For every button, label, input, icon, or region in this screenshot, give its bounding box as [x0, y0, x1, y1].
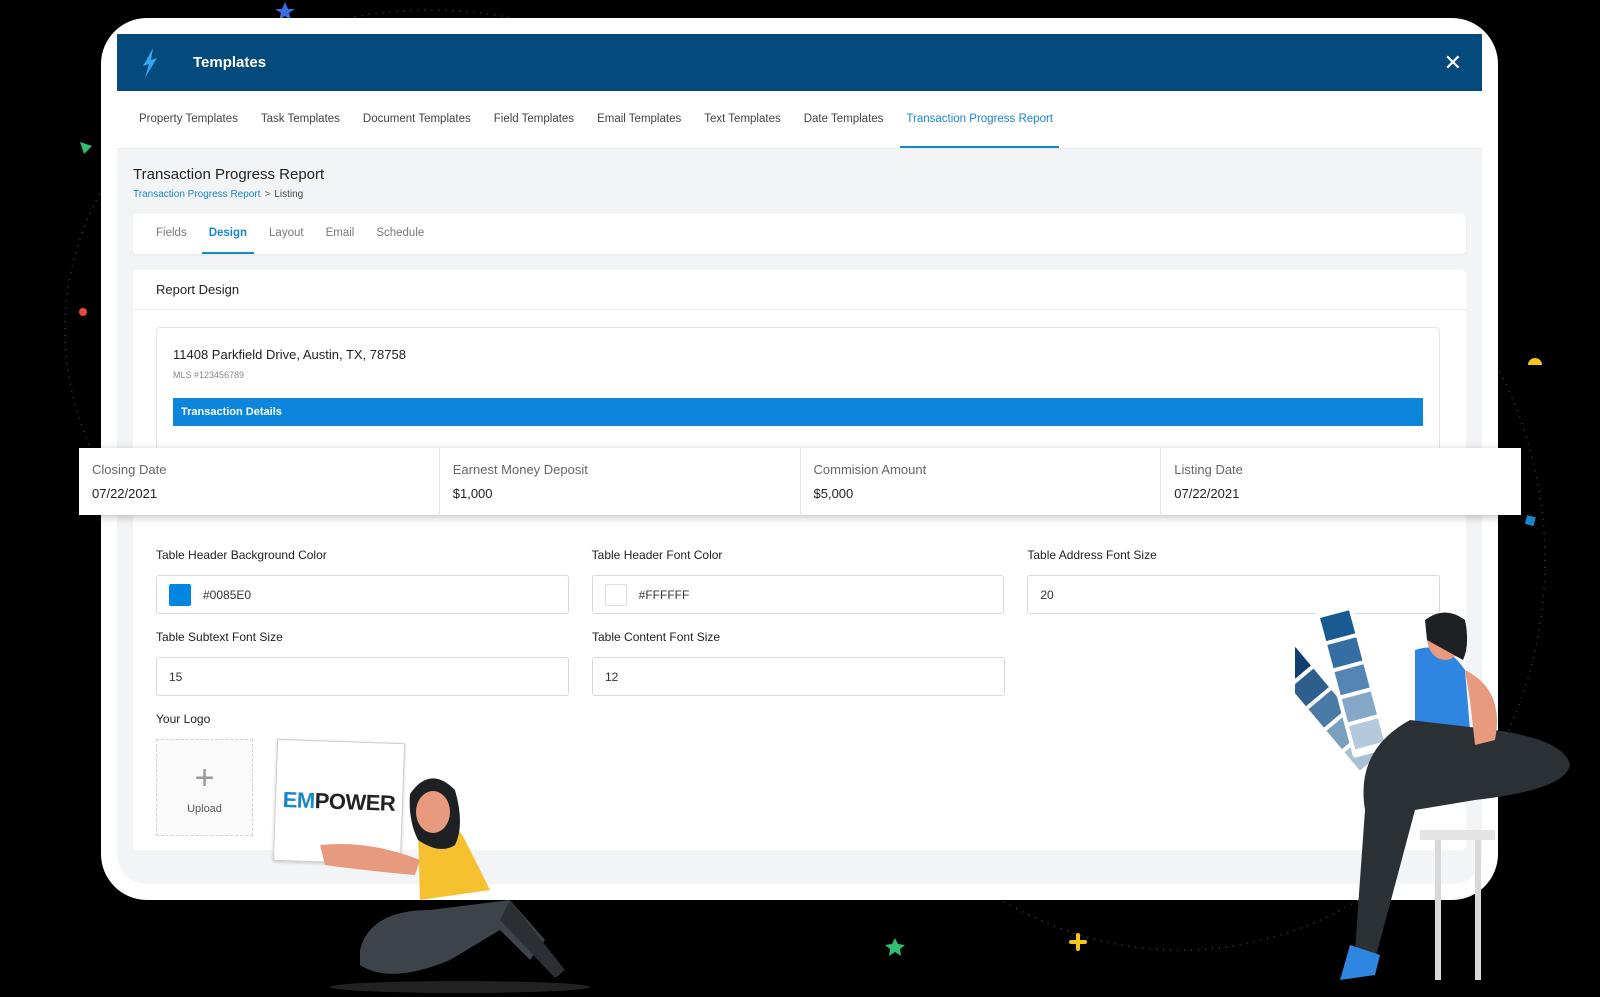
breadcrumb-current: Listing [274, 189, 304, 200]
subtab-fields[interactable]: Fields [149, 214, 194, 254]
tab-text-templates[interactable]: Text Templates [698, 91, 787, 148]
field-label: Table Address Font Size [1027, 548, 1157, 562]
upload-button[interactable]: + Upload [156, 739, 253, 836]
detail-label: Earnest Money Deposit [452, 462, 588, 477]
panel-title: Report Design [133, 270, 1466, 310]
field-label: Table Header Font Color [591, 548, 723, 562]
content-font-size-field: Table Content Font Size 12 [592, 630, 1005, 696]
detail-value: 07/22/2021 [92, 486, 158, 501]
color-swatch[interactable] [604, 583, 627, 606]
page-title: Transaction Progress Report [133, 166, 325, 183]
plus-decoration [1069, 933, 1087, 951]
detail-label: Listing Date [1174, 462, 1243, 477]
subtext-font-size-field: Table Subtext Font Size 15 [156, 630, 569, 696]
header-bg-color-field: Table Header Background Color #0085E0 [156, 548, 569, 614]
subtab-design[interactable]: Design [201, 214, 255, 254]
detail-value: $1,000 [452, 486, 493, 501]
preview-address: 11408 Parkfield Drive, Austin, TX, 78758 [173, 347, 406, 362]
tab-date-templates[interactable]: Date Templates [798, 91, 890, 148]
title-bar: Templates ✕ [117, 34, 1482, 91]
color-swatch[interactable] [169, 583, 191, 606]
preview-header-bar: Transaction Details [173, 398, 1423, 426]
input-value: #0085E0 [203, 587, 252, 602]
header-font-color-input[interactable]: #FFFFFF [591, 575, 1005, 614]
breadcrumb-link[interactable]: Transaction Progress Report [133, 189, 260, 200]
field-label: Table Header Background Color [156, 548, 327, 562]
input-value: #FFFFFF [638, 587, 690, 602]
detail-listing-date: Listing Date 07/22/2021 [1161, 448, 1521, 515]
half-circle-decoration [1528, 358, 1542, 365]
template-tabs: Property Templates Task Templates Docume… [117, 91, 1482, 149]
detail-value: 07/22/2021 [1174, 486, 1240, 501]
sitting-woman-illustration [1295, 604, 1570, 980]
square-decoration [1524, 515, 1536, 527]
tab-document-templates[interactable]: Document Templates [357, 91, 477, 148]
field-label: Your Logo [156, 712, 211, 726]
tab-transaction-progress-report[interactable]: Transaction Progress Report [900, 91, 1060, 148]
upload-label: Upload [187, 802, 222, 815]
detail-commission: Commision Amount $5,000 [801, 448, 1162, 515]
header-bg-color-input[interactable]: #0085E0 [156, 575, 569, 614]
detail-value: $5,000 [813, 486, 854, 501]
preview-mls: MLS #123456789 [173, 370, 245, 380]
triangle-decoration [80, 142, 92, 154]
tab-field-templates[interactable]: Field Templates [488, 91, 580, 148]
tab-property-templates[interactable]: Property Templates [133, 91, 244, 148]
transaction-details-strip: Closing Date 07/22/2021 Earnest Money De… [79, 448, 1521, 515]
detail-earnest-money: Earnest Money Deposit $1,000 [440, 448, 801, 515]
detail-label: Commision Amount [813, 462, 927, 477]
field-label: Table Subtext Font Size [156, 630, 283, 644]
star-decoration [885, 938, 905, 956]
subtext-font-size-input[interactable]: 15 [156, 657, 569, 696]
field-label: Table Content Font Size [592, 630, 721, 644]
plus-icon: + [194, 758, 215, 797]
window-title: Templates [193, 54, 267, 71]
detail-closing-date: Closing Date 07/22/2021 [79, 448, 440, 515]
content-font-size-input[interactable]: 12 [592, 657, 1005, 696]
subtab-email[interactable]: Email [319, 214, 362, 254]
report-subtabs: Fields Design Layout Email Schedule [133, 214, 1466, 254]
dot-decoration [79, 308, 87, 316]
tab-email-templates[interactable]: Email Templates [591, 91, 687, 148]
lightning-bolt-icon [143, 47, 157, 78]
tab-task-templates[interactable]: Task Templates [255, 91, 346, 148]
close-icon[interactable]: ✕ [1444, 51, 1462, 74]
breadcrumb-separator: > [264, 189, 271, 200]
kneeling-woman-illustration [320, 778, 590, 993]
subtab-layout[interactable]: Layout [262, 214, 311, 254]
header-font-color-field: Table Header Font Color #FFFFFF [591, 548, 1005, 614]
breadcrumb: Transaction Progress Report > Listing [133, 189, 1466, 200]
subtab-schedule[interactable]: Schedule [369, 214, 431, 254]
detail-label: Closing Date [92, 462, 167, 477]
